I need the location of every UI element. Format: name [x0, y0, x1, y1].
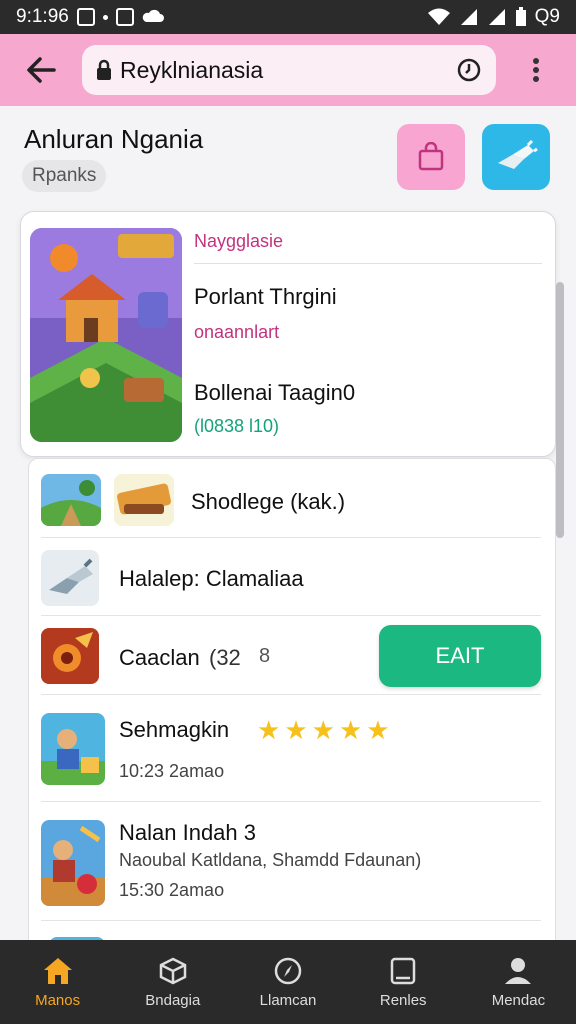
- star-icon: ★: [257, 715, 281, 745]
- list-item-title: Shodlege (kak.): [191, 489, 346, 514]
- list-item-title: Caaclan: [119, 645, 200, 670]
- nav-label: Renles: [379, 991, 427, 1009]
- list-item[interactable]: Nalan Indah 3 Naoubal Katldana, Shamdd F…: [29, 802, 555, 920]
- star-icon: ★: [284, 715, 308, 745]
- plug-icon: [498, 139, 538, 169]
- status-right: Q9: [427, 6, 560, 28]
- battery-icon: [515, 7, 526, 26]
- page-title: Anluran Ngania: [24, 124, 204, 154]
- url-bar[interactable]: Reyklnianasia: [82, 45, 496, 95]
- featured-subtitle: onaannlart: [194, 322, 280, 342]
- wifi-icon: [427, 8, 450, 25]
- nav-devices[interactable]: Renles: [346, 940, 461, 1024]
- category-chip[interactable]: Rpanks: [22, 160, 107, 192]
- notification-icon: [76, 8, 95, 26]
- plug-app-icon: [41, 550, 99, 606]
- url-text: Reyklnianasia: [120, 56, 264, 83]
- shop-button[interactable]: [397, 124, 465, 190]
- bottom-navigation: Manos Bndagia Llamcan Renles Mendac: [0, 940, 576, 1024]
- featured-game-image[interactable]: [30, 228, 182, 442]
- list-item-number: 8: [259, 645, 271, 667]
- notification-icon-2: [115, 8, 134, 26]
- rating-stars: ★ ★ ★ ★ ★: [257, 717, 390, 743]
- list-item-title: Halalep: Clamaliaa: [119, 566, 304, 591]
- list-item-meta: 10:23 2amao: [119, 761, 225, 781]
- nav-label: Llamcan: [259, 991, 317, 1009]
- list-item-meta: 15:30 2amao: [119, 880, 225, 900]
- arrow-left-icon: [27, 57, 56, 83]
- list-item[interactable]: Shodlege (kak.): [29, 459, 555, 537]
- nav-profile[interactable]: Mendac: [461, 940, 576, 1024]
- star-icon: ★: [338, 715, 363, 745]
- compass-icon: [274, 957, 302, 984]
- browser-toolbar: Reyklnianasia: [0, 34, 576, 106]
- status-time: 9:1:96: [16, 6, 69, 27]
- featured-card[interactable]: Naygglasie Porlant Thrgini onaannlart Bo…: [20, 211, 556, 457]
- list-item[interactable]: Halalep: Clamaliaa: [29, 538, 555, 615]
- menu-button[interactable]: [496, 34, 576, 106]
- hero-game-icon: [41, 713, 105, 785]
- featured-meta: (l0838 l10): [194, 416, 280, 436]
- history-icon[interactable]: [456, 57, 482, 83]
- nav-label: Bndagia: [145, 991, 201, 1009]
- star-icon: ★: [311, 715, 335, 745]
- list-item-title: Sehmagkin: [119, 717, 230, 742]
- featured-title[interactable]: Porlant Thrgini: [194, 284, 337, 310]
- battle-game-icon: [41, 820, 105, 906]
- featured-divider: [194, 263, 542, 264]
- nav-home[interactable]: Manos: [0, 940, 115, 1024]
- featured-tag[interactable]: Naygglasie: [194, 231, 283, 252]
- nav-packages[interactable]: Bndagia: [115, 940, 230, 1024]
- landscape-app-icon: [41, 474, 101, 526]
- action-game-icon: [41, 628, 99, 684]
- nav-label: Mendac: [491, 991, 546, 1009]
- back-button[interactable]: [0, 34, 82, 106]
- scrollbar[interactable]: [556, 282, 564, 538]
- nav-label: Manos: [35, 991, 81, 1009]
- tablet-icon: [390, 957, 416, 984]
- list-item-code: (32: [209, 645, 241, 670]
- dot-icon: [102, 14, 108, 20]
- more-vertical-icon: [533, 58, 539, 82]
- status-bar: 9:1:96 Q9: [0, 0, 576, 34]
- star-icon: ★: [366, 715, 390, 745]
- lock-icon: [97, 59, 111, 80]
- signal-icon: [460, 9, 477, 25]
- home-icon: [43, 957, 72, 984]
- eait-button[interactable]: EAIT: [379, 625, 541, 687]
- status-left: 9:1:96: [16, 6, 164, 28]
- tool-button[interactable]: [482, 124, 550, 190]
- app-list: Shodlege (kak.) Halalep: Clamaliaa Caacl…: [28, 458, 556, 958]
- shopping-bag-icon: [418, 142, 444, 171]
- battery-text: Q9: [534, 6, 560, 27]
- divider: [41, 920, 541, 921]
- box-icon: [159, 957, 187, 984]
- list-item-description: Naoubal Katldana, Shamdd Fdaunan): [119, 850, 422, 870]
- nav-explore[interactable]: Llamcan: [230, 940, 345, 1024]
- list-item[interactable]: Sehmagkin ★ ★ ★ ★ ★ 10:23 2amao: [29, 695, 555, 801]
- list-item-title: Nalan Indah 3: [119, 820, 256, 845]
- person-icon: [505, 957, 532, 984]
- logo-app-icon: [114, 474, 174, 526]
- game-artwork-icon: [30, 228, 182, 442]
- cloud-icon: [142, 9, 164, 22]
- signal-icon-2: [488, 9, 505, 25]
- featured-title-2[interactable]: Bollenai Taagin0: [194, 380, 355, 406]
